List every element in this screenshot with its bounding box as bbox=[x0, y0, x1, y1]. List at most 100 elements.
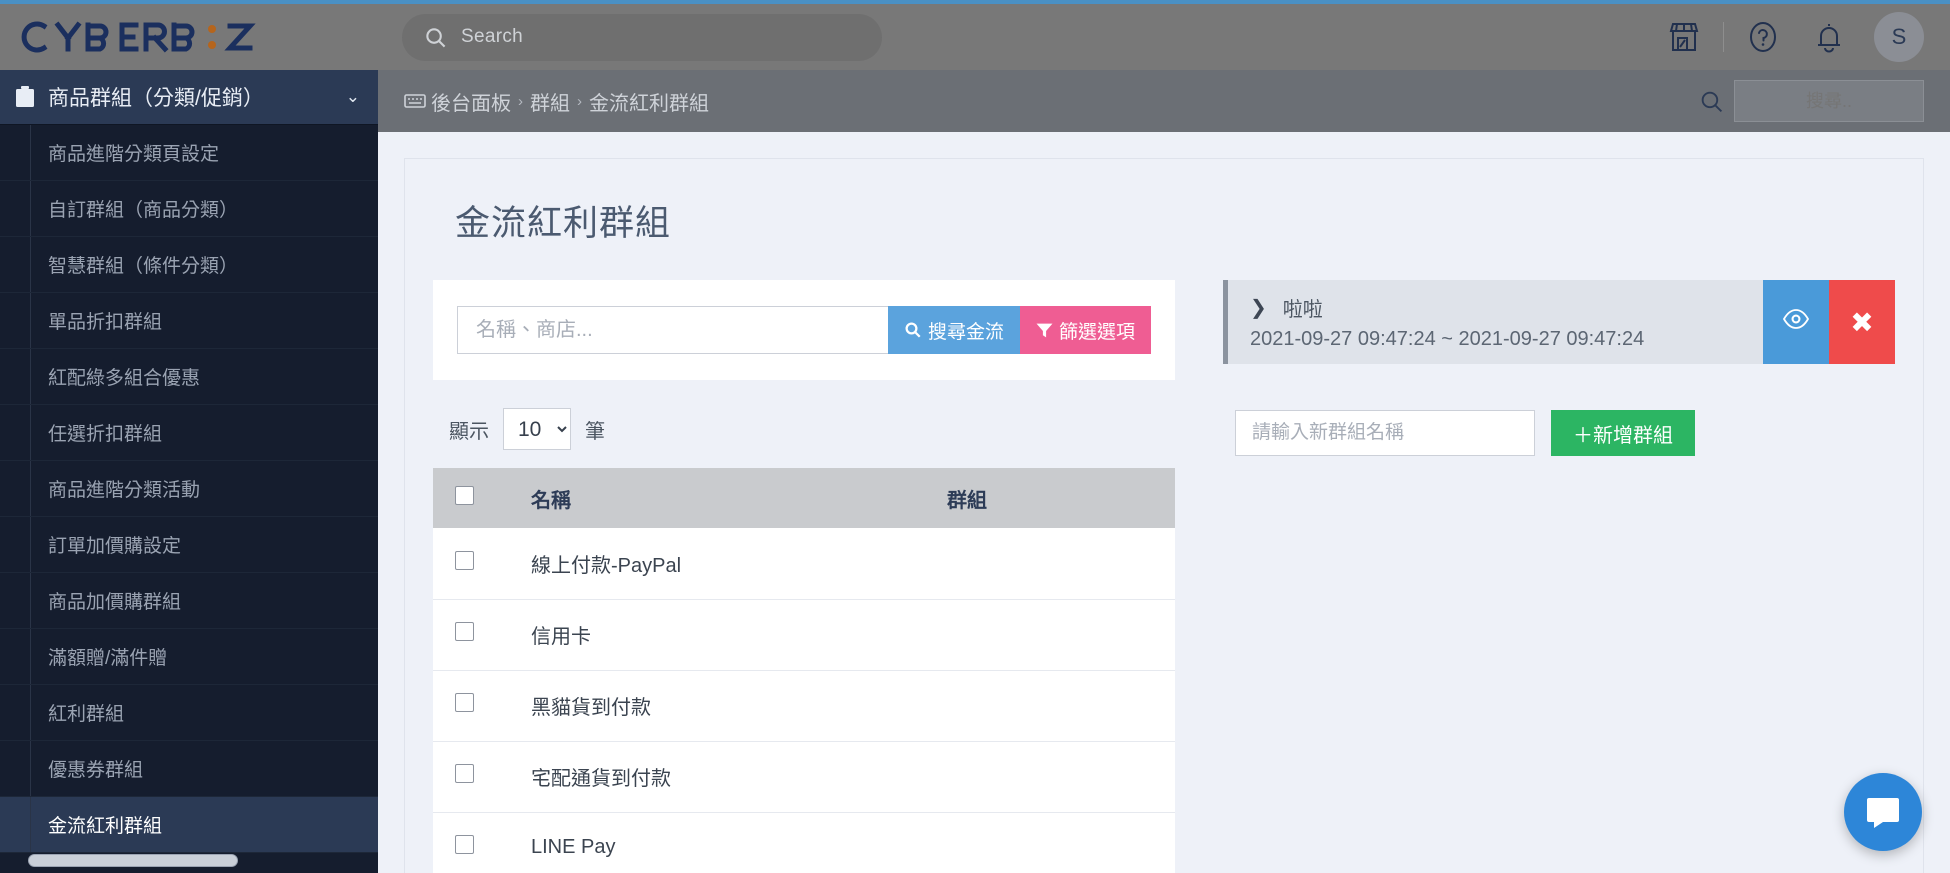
table-row[interactable]: 信用卡 bbox=[433, 599, 1175, 671]
sidebar-item-4[interactable]: 紅配綠多組合優惠 bbox=[0, 349, 378, 405]
breadcrumb-item-0[interactable]: 後台面板 bbox=[431, 87, 511, 116]
select-all-header bbox=[433, 468, 507, 528]
sidebar-menu: 商品進階分類頁設定 自訂群組（商品分類） 智慧群組（條件分類） 單品折扣群組 紅… bbox=[0, 125, 378, 853]
group-item-dates: 2021-09-27 09:47:24 ~ 2021-09-27 09:47:2… bbox=[1250, 328, 1645, 350]
filter-options-button[interactable]: 篩選選項 bbox=[1019, 306, 1151, 354]
table-row[interactable]: 宅配通貨到付款 bbox=[433, 741, 1175, 813]
sidebar-item-2[interactable]: 智慧群組（條件分類） bbox=[0, 237, 378, 293]
sidebar-horizontal-scrollbar[interactable] bbox=[28, 854, 238, 867]
sidebar-item-label: 智慧群組（條件分類） bbox=[48, 256, 239, 277]
chat-bubble-icon bbox=[1867, 798, 1899, 828]
two-column-layout: 搜尋金流 篩選選項 bbox=[433, 280, 1895, 873]
sidebar-item-label: 優惠券群組 bbox=[48, 760, 144, 781]
sidebar-item-label: 紅配綠多組合優惠 bbox=[48, 368, 201, 389]
table-row[interactable]: 黑貓貨到付款 bbox=[433, 670, 1175, 742]
sidebar-item-1[interactable]: 自訂群組（商品分類） bbox=[0, 181, 378, 237]
breadcrumb-separator: › bbox=[518, 92, 523, 110]
global-search-box[interactable]: Search bbox=[402, 13, 882, 61]
sidebar-item-label: 任選折扣群組 bbox=[48, 424, 163, 445]
group-item-title-row: ❯ 啦啦 bbox=[1250, 293, 1763, 322]
row-group bbox=[935, 812, 1175, 873]
row-name: LINE Pay bbox=[507, 812, 935, 873]
row-checkbox[interactable] bbox=[455, 693, 474, 712]
delete-group-button[interactable]: ✖ bbox=[1829, 280, 1895, 364]
page-size-control: 顯示 10 25 50 100 筆 bbox=[449, 408, 1175, 450]
user-avatar[interactable]: S bbox=[1874, 12, 1924, 62]
page-card: 金流紅利群組 搜尋 bbox=[404, 158, 1924, 873]
group-list-item[interactable]: ❯ 啦啦 2021-09-27 09:47:24 ~ 2021-09-27 09… bbox=[1223, 280, 1895, 364]
sidebar-item-label: 紅利群組 bbox=[48, 704, 125, 725]
sidebar-item-6[interactable]: 商品進階分類活動 bbox=[0, 461, 378, 517]
eye-icon bbox=[1782, 308, 1810, 336]
breadcrumb-separator: › bbox=[577, 92, 582, 110]
close-icon: ✖ bbox=[1850, 306, 1874, 338]
sidebar-item-7[interactable]: 訂單加價購設定 bbox=[0, 517, 378, 573]
brand-logo[interactable] bbox=[0, 4, 378, 70]
row-checkbox-cell bbox=[433, 812, 507, 873]
row-name: 宅配通貨到付款 bbox=[507, 741, 935, 813]
select-all-checkbox[interactable] bbox=[455, 485, 474, 505]
filter-icon bbox=[1036, 322, 1053, 339]
row-group bbox=[935, 599, 1175, 671]
sidebar-item-0[interactable]: 商品進階分類頁設定 bbox=[0, 125, 378, 181]
main-content: 金流紅利群組 搜尋 bbox=[378, 132, 1950, 873]
sidebar-section-header[interactable]: 商品群組（分類/促銷） ⌄ bbox=[0, 70, 378, 125]
breadcrumb: 後台面板 › 群組 › 金流紅利群組 bbox=[404, 87, 709, 116]
add-group-button[interactable]: ＋新增群組 bbox=[1551, 410, 1695, 456]
row-checkbox[interactable] bbox=[455, 764, 474, 783]
view-group-button[interactable] bbox=[1763, 280, 1829, 364]
chevron-right-icon[interactable]: ❯ bbox=[1250, 295, 1267, 320]
table-body: 線上付款-PayPal 信用卡 黑貓貨到付款 宅配通貨到付款 LINE Pay bbox=[433, 528, 1175, 873]
search-payment-button[interactable]: 搜尋金流 bbox=[887, 306, 1020, 354]
breadcrumb-item-1[interactable]: 群組 bbox=[530, 87, 570, 116]
group-item-actions: ✖ bbox=[1763, 280, 1895, 364]
table-row[interactable]: 線上付款-PayPal bbox=[433, 528, 1175, 600]
sidebar-item-label: 商品加價購群組 bbox=[48, 592, 182, 613]
new-group-name-input[interactable] bbox=[1235, 410, 1535, 456]
group-item-name: 啦啦 bbox=[1282, 299, 1323, 321]
help-icon[interactable] bbox=[1730, 4, 1796, 70]
row-group bbox=[935, 741, 1175, 813]
breadcrumb-search-input[interactable] bbox=[1734, 80, 1924, 122]
chat-launcher-button[interactable] bbox=[1844, 773, 1922, 851]
sidebar-item-3[interactable]: 單品折扣群組 bbox=[0, 293, 378, 349]
sidebar-item-5[interactable]: 任選折扣群組 bbox=[0, 405, 378, 461]
table-head: 名稱 群組 bbox=[433, 468, 1175, 528]
table-row[interactable]: LINE Pay bbox=[433, 812, 1175, 873]
add-group-row: ＋新增群組 bbox=[1235, 410, 1895, 456]
row-name: 黑貓貨到付款 bbox=[507, 670, 935, 742]
navbar-divider bbox=[1723, 22, 1724, 52]
group-item-body: ❯ 啦啦 2021-09-27 09:47:24 ~ 2021-09-27 09… bbox=[1228, 280, 1763, 364]
search-row: 搜尋金流 篩選選項 bbox=[457, 306, 1151, 354]
page-size-select[interactable]: 10 25 50 100 bbox=[503, 408, 571, 450]
row-checkbox[interactable] bbox=[455, 835, 474, 854]
breadcrumb-search bbox=[1699, 80, 1950, 122]
bell-icon[interactable] bbox=[1796, 4, 1862, 70]
sidebar-item-label: 滿額贈/滿件贈 bbox=[48, 648, 168, 669]
sidebar-item-12[interactable]: 金流紅利群組 bbox=[0, 797, 378, 853]
breadcrumb-bar: 後台面板 › 群組 › 金流紅利群組 bbox=[378, 70, 1950, 132]
show-label: 顯示 bbox=[449, 420, 489, 443]
row-name: 線上付款-PayPal bbox=[507, 528, 935, 600]
sidebar-item-label: 商品進階分類活動 bbox=[48, 480, 201, 501]
sidebar: 商品群組（分類/促銷） ⌄ 商品進階分類頁設定 自訂群組（商品分類） 智慧群組（… bbox=[0, 70, 378, 873]
sidebar-item-9[interactable]: 滿額贈/滿件贈 bbox=[0, 629, 378, 685]
row-checkbox[interactable] bbox=[455, 550, 474, 570]
column-header-group[interactable]: 群組 bbox=[935, 468, 1175, 528]
sidebar-item-11[interactable]: 優惠券群組 bbox=[0, 741, 378, 797]
column-header-name[interactable]: 名稱 bbox=[507, 468, 935, 528]
sidebar-item-10[interactable]: 紅利群組 bbox=[0, 685, 378, 741]
sidebar-item-8[interactable]: 商品加價購群組 bbox=[0, 573, 378, 629]
table-header-row: 名稱 群組 bbox=[433, 468, 1175, 528]
chevron-down-icon: ⌄ bbox=[345, 87, 360, 106]
sidebar-item-label: 單品折扣群組 bbox=[48, 312, 163, 333]
search-icon bbox=[424, 26, 447, 49]
search-input[interactable] bbox=[457, 306, 888, 354]
navbar-actions: S bbox=[1651, 4, 1950, 70]
row-group bbox=[935, 528, 1175, 600]
app-root: Search S 商品群組（分類/促銷） ⌄ 商品進階分類頁設定 自訂群組（商品… bbox=[0, 0, 1950, 873]
search-icon[interactable] bbox=[1699, 89, 1724, 114]
filter-options-label: 篩選選項 bbox=[1058, 321, 1135, 343]
row-checkbox[interactable] bbox=[455, 622, 474, 641]
shop-icon[interactable] bbox=[1651, 4, 1717, 70]
